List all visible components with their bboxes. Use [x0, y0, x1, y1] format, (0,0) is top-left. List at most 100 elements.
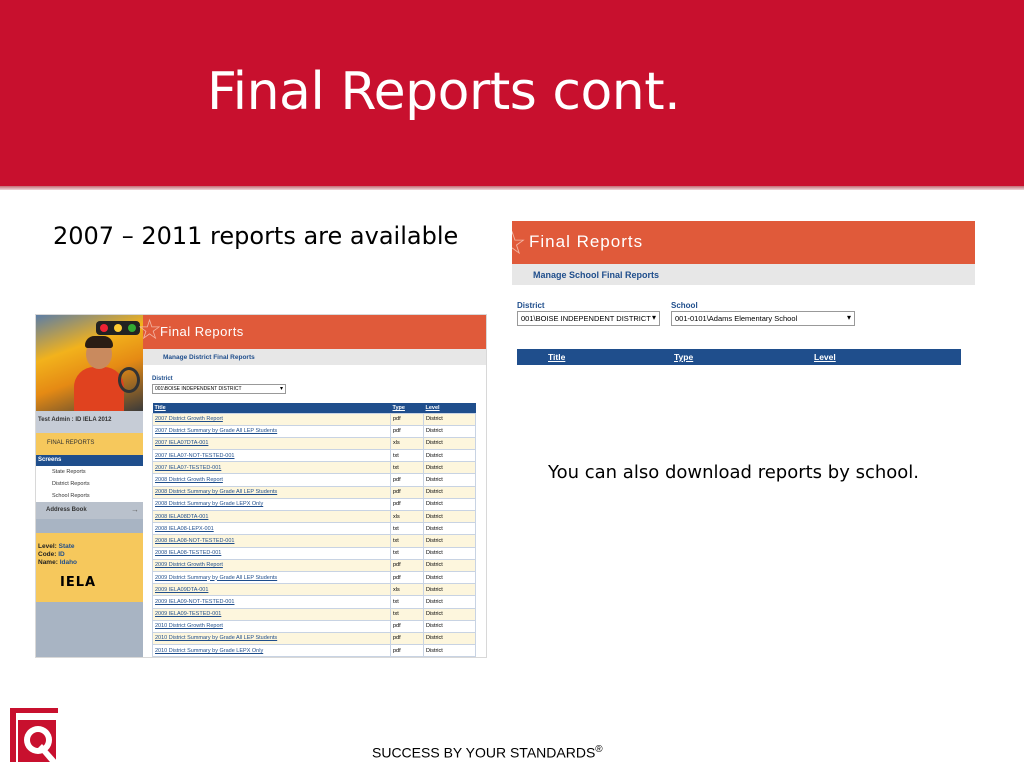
- column-header-type[interactable]: Type: [390, 403, 424, 413]
- report-link[interactable]: 2008 IELA08-NOT-TESTED-001: [155, 538, 234, 544]
- report-link[interactable]: 2008 IELA08-TESTED-001: [155, 550, 221, 556]
- code-value: ID: [58, 551, 65, 558]
- manage-school-heading: Manage School Final Reports: [512, 264, 975, 285]
- cell-title: 2007 District Summary by Grade All LEP S…: [152, 424, 391, 438]
- table-body: 2007 District Growth Report pdf District 20…: [152, 412, 476, 657]
- cell-level: District: [423, 461, 476, 475]
- shirt-shape: [74, 367, 124, 411]
- cell-title: 2008 IELA08-TESTED-001: [152, 546, 391, 560]
- table-header-row: Title Type Level: [152, 403, 476, 413]
- report-link[interactable]: 2008 IELA08DTA-001: [155, 514, 208, 520]
- report-link[interactable]: 2008 District Growth Report: [155, 477, 223, 483]
- cell-level: District: [423, 619, 476, 633]
- district-select-value: 001\BOISE INDEPENDENT DISTRICT: [155, 386, 242, 392]
- column-header-title[interactable]: Title: [152, 403, 391, 413]
- school-select[interactable]: 001-0101\Adams Elementary School ▾: [671, 311, 855, 326]
- table-row: 2007 District Growth Report pdf District: [152, 412, 476, 426]
- app-banner: ☆ Final Reports: [512, 221, 975, 264]
- cell-title: 2007 IELA07-NOT-TESTED-001: [152, 449, 391, 463]
- table-row: 2007 District Summary by Grade All LEP S…: [152, 424, 476, 438]
- level-label: Level:: [38, 543, 57, 550]
- mirror-shape: [118, 367, 140, 393]
- star-icon: ☆: [512, 225, 527, 261]
- iela-logo: IELA: [60, 575, 97, 590]
- column-header-level[interactable]: Level: [814, 352, 836, 362]
- table-row: 2008 IELA08-NOT-TESTED-001 txt District: [152, 534, 476, 548]
- report-link[interactable]: 2009 District Summary by Grade All LEP S…: [155, 575, 277, 581]
- column-header-title[interactable]: Title: [548, 352, 565, 362]
- district-label: District: [517, 301, 545, 310]
- table-row: 2008 District Growth Report pdf District: [152, 473, 476, 487]
- district-select[interactable]: 001\BOISE INDEPENDENT DISTRICT ▾: [517, 311, 660, 326]
- column-header-type[interactable]: Type: [674, 352, 693, 362]
- report-link[interactable]: 2007 IELA07-NOT-TESTED-001: [155, 453, 234, 459]
- report-link[interactable]: 2008 IELA08-LEPX-001: [155, 526, 214, 532]
- table-row: 2009 IELA09-NOT-TESTED-001 txt District: [152, 595, 476, 609]
- sidebar: Test Admin : ID IELA 2012 FINAL REPORTS …: [36, 315, 143, 657]
- cell-title: 2007 IELA07DTA-001: [152, 436, 391, 451]
- report-link[interactable]: 2010 District Summary by Grade LEPX Only: [155, 648, 263, 654]
- report-link[interactable]: 2010 District Growth Report: [155, 623, 223, 629]
- report-link[interactable]: 2007 IELA07DTA-001: [155, 440, 208, 446]
- district-select[interactable]: 001\BOISE INDEPENDENT DISTRICT ▾: [152, 384, 286, 394]
- table-row: 2008 IELA08DTA-001 xls District: [152, 509, 476, 524]
- admin-label: Test Admin : ID IELA 2012: [36, 411, 143, 433]
- report-link[interactable]: 2009 District Growth Report: [155, 562, 223, 568]
- sidebar-item-state-reports[interactable]: State Reports: [36, 466, 143, 478]
- cell-level: District: [423, 546, 476, 560]
- report-link[interactable]: 2007 IELA07-TESTED-001: [155, 465, 221, 471]
- hair-shape: [85, 336, 113, 348]
- cell-type: txt: [390, 607, 424, 621]
- cell-title: 2008 District Summary by Grade All LEP S…: [152, 485, 391, 499]
- school-reports-screenshot: ☆ Final Reports Manage School Final Repo…: [512, 221, 975, 371]
- company-logo-icon: [8, 706, 60, 764]
- sidebar-item-final-reports[interactable]: FINAL REPORTS: [36, 433, 143, 455]
- level-value: State: [58, 543, 75, 550]
- sidebar-item-school-reports[interactable]: School Reports: [36, 490, 143, 502]
- report-link[interactable]: 2009 IELA09DTA-001: [155, 587, 208, 593]
- report-link[interactable]: 2008 District Summary by Grade LEPX Only: [155, 501, 263, 507]
- district-label: District: [152, 376, 173, 382]
- table-row: 2007 IELA07DTA-001 xls District: [152, 436, 476, 451]
- cell-level: District: [423, 497, 476, 512]
- table-row: 2010 District Summary by Grade All LEP S…: [152, 631, 476, 646]
- code-label: Code:: [38, 551, 57, 558]
- district-reports-screenshot: Test Admin : ID IELA 2012 FINAL REPORTS …: [35, 314, 487, 658]
- district-reports-table: Title Type Level 2007 District Growth Re…: [152, 403, 476, 657]
- cell-level: District: [423, 522, 476, 536]
- arrow-right-icon: →: [131, 505, 139, 514]
- address-book-label: Address Book: [46, 507, 87, 513]
- report-link[interactable]: 2007 District Summary by Grade All LEP S…: [155, 428, 277, 434]
- cell-type: pdf: [390, 497, 424, 512]
- report-link[interactable]: 2008 District Summary by Grade All LEP S…: [155, 489, 277, 495]
- footer-text: SUCCESS BY YOUR STANDARDS: [372, 744, 596, 761]
- cell-level: District: [423, 412, 476, 426]
- cell-type: txt: [390, 595, 424, 609]
- cell-type: pdf: [390, 570, 424, 585]
- screens-heading: Screens: [36, 455, 143, 466]
- column-header-level[interactable]: Level: [423, 403, 476, 413]
- table-row: 2009 IELA09DTA-001 xls District: [152, 583, 476, 597]
- cell-title: 2009 IELA09-TESTED-001: [152, 607, 391, 621]
- report-link[interactable]: 2009 IELA09-NOT-TESTED-001: [155, 599, 234, 605]
- sidebar-item-address-book[interactable]: Address Book →: [36, 502, 143, 519]
- cell-type: txt: [390, 546, 424, 560]
- table-row: 2008 District Summary by Grade LEPX Only…: [152, 497, 476, 512]
- cell-type: xls: [390, 509, 424, 524]
- report-link[interactable]: 2009 IELA09-TESTED-001: [155, 611, 221, 617]
- school-reports-table-header: Title Type Level: [517, 349, 961, 365]
- report-link[interactable]: 2007 District Growth Report: [155, 416, 223, 422]
- cell-type: pdf: [390, 631, 424, 646]
- table-row: 2008 IELA08-LEPX-001 txt District: [152, 522, 476, 536]
- cell-title: 2008 District Growth Report: [152, 473, 391, 487]
- cell-level: District: [423, 631, 476, 646]
- cell-level: District: [423, 534, 476, 548]
- cell-type: pdf: [390, 424, 424, 438]
- report-link[interactable]: 2010 District Summary by Grade All LEP S…: [155, 635, 277, 641]
- table-row: 2009 District Growth Report pdf District: [152, 558, 476, 572]
- app-banner-title: Final Reports: [160, 324, 244, 339]
- cell-title: 2008 IELA08DTA-001: [152, 509, 391, 524]
- cell-title: 2008 District Summary by Grade LEPX Only: [152, 497, 391, 512]
- app-banner: ☆ Final Reports: [137, 315, 486, 349]
- sidebar-item-district-reports[interactable]: District Reports: [36, 478, 143, 490]
